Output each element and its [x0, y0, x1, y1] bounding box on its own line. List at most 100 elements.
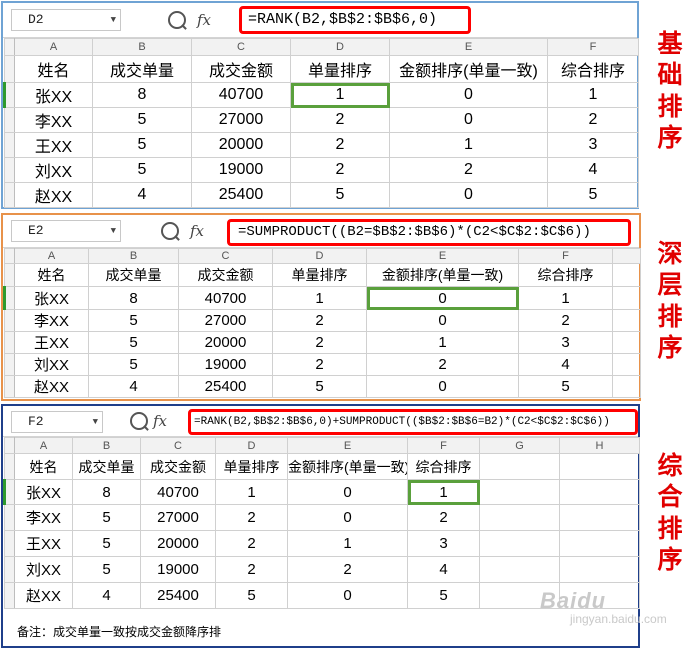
row-header[interactable] [3, 82, 15, 108]
col-header-c[interactable]: C [178, 248, 273, 264]
col-header-c[interactable]: C [191, 38, 291, 56]
empty-cell[interactable] [559, 530, 640, 557]
row-header[interactable] [4, 375, 15, 398]
cell-header-amount-rank[interactable]: 金额排序(单量一致) [287, 453, 408, 480]
empty-cell[interactable] [612, 286, 641, 310]
row-header[interactable] [4, 263, 15, 287]
cell-total-rank[interactable]: 5 [518, 375, 613, 398]
cell-header-amount-rank[interactable]: 金额排序(单量一致) [366, 263, 519, 287]
col-header-f[interactable]: F [518, 248, 613, 264]
col-header-d[interactable]: D [272, 248, 367, 264]
empty-cell[interactable] [559, 453, 640, 480]
row-header[interactable] [4, 55, 15, 83]
col-header-blank[interactable] [612, 248, 641, 264]
cell-name[interactable]: 李XX [14, 107, 93, 133]
col-header-a[interactable]: A [14, 38, 93, 56]
cell-qty[interactable]: 8 [72, 479, 141, 505]
row-header[interactable] [4, 157, 15, 183]
cell-qty[interactable]: 5 [92, 132, 192, 158]
active-cell[interactable]: 0 [366, 286, 519, 310]
cell-amount[interactable]: 40700 [178, 286, 273, 310]
cell-qty[interactable]: 4 [72, 582, 141, 609]
empty-cell[interactable] [479, 504, 560, 531]
cell-qty-rank[interactable]: 2 [215, 504, 288, 531]
cell-amount[interactable]: 20000 [191, 132, 291, 158]
cell-qty-rank[interactable]: 2 [290, 157, 390, 183]
cell-name[interactable]: 张XX [14, 479, 73, 505]
cell-qty-rank[interactable]: 5 [215, 582, 288, 609]
cell-qty[interactable]: 5 [88, 309, 179, 332]
cell-amount[interactable]: 27000 [191, 107, 291, 133]
row-header[interactable] [4, 530, 15, 557]
cell-qty-rank[interactable]: 2 [215, 556, 288, 583]
fx-icon[interactable]: fx [197, 11, 211, 29]
col-header-a[interactable]: A [14, 437, 73, 454]
cell-header-amount-rank[interactable]: 金额排序(单量一致) [389, 55, 548, 83]
cell-amount[interactable]: 20000 [140, 530, 216, 557]
row-header[interactable] [3, 479, 15, 505]
cell-amount[interactable]: 40700 [140, 479, 216, 505]
row-header[interactable] [4, 331, 15, 354]
row-header[interactable] [3, 286, 15, 310]
cell-header-qty-rank[interactable]: 单量排序 [272, 263, 367, 287]
cell-total-rank[interactable]: 4 [518, 353, 613, 376]
cell-qty-rank[interactable]: 2 [290, 132, 390, 158]
row-header[interactable] [4, 309, 15, 332]
cell-total-rank[interactable]: 5 [547, 182, 639, 208]
cell-total-rank[interactable]: 5 [407, 582, 480, 609]
empty-cell[interactable] [479, 556, 560, 583]
cell-name[interactable]: 刘XX [14, 353, 89, 376]
cell-qty-rank[interactable]: 2 [272, 331, 367, 354]
col-header-c[interactable]: C [140, 437, 216, 454]
empty-cell[interactable] [479, 530, 560, 557]
cell-amount[interactable]: 25400 [191, 182, 291, 208]
zoom-icon[interactable] [130, 412, 148, 430]
cell-qty[interactable]: 8 [92, 82, 192, 108]
col-header-b[interactable]: B [72, 437, 141, 454]
cell-qty-rank[interactable]: 2 [272, 353, 367, 376]
cell-header-total-rank[interactable]: 综合排序 [407, 453, 480, 480]
cell-total-rank[interactable]: 2 [407, 504, 480, 531]
row-header[interactable] [4, 582, 15, 609]
col-header-b[interactable]: B [88, 248, 179, 264]
chevron-down-icon[interactable]: ▼ [111, 10, 116, 30]
cell-name[interactable]: 赵XX [14, 182, 93, 208]
cell-amount[interactable]: 27000 [178, 309, 273, 332]
cell-total-rank[interactable]: 2 [547, 107, 639, 133]
cell-amount[interactable]: 19000 [178, 353, 273, 376]
cell-name[interactable]: 刘XX [14, 157, 93, 183]
cell-name[interactable]: 王XX [14, 530, 73, 557]
cell-qty-rank[interactable]: 2 [215, 530, 288, 557]
col-header-e[interactable]: E [287, 437, 408, 454]
cell-amount-rank[interactable]: 1 [366, 331, 519, 354]
cell-amount-rank[interactable]: 1 [287, 530, 408, 557]
select-all-corner[interactable] [4, 437, 15, 454]
cell-header-total-rank[interactable]: 综合排序 [518, 263, 613, 287]
cell-amount-rank[interactable]: 0 [389, 182, 548, 208]
cell-amount[interactable]: 25400 [140, 582, 216, 609]
cell-name[interactable]: 刘XX [14, 556, 73, 583]
cell-amount-rank[interactable]: 0 [366, 309, 519, 332]
name-box[interactable]: E2 ▼ [11, 220, 121, 242]
formula-input[interactable]: =RANK(B2,$B$2:$B$6,0) [239, 6, 471, 34]
cell-name[interactable]: 王XX [14, 331, 89, 354]
cell-total-rank[interactable]: 3 [547, 132, 639, 158]
chevron-down-icon[interactable]: ▼ [93, 412, 98, 432]
col-header-f[interactable]: F [407, 437, 480, 454]
cell-name[interactable]: 王XX [14, 132, 93, 158]
cell-amount[interactable]: 19000 [140, 556, 216, 583]
col-header-d[interactable]: D [290, 38, 390, 56]
cell-qty[interactable]: 4 [88, 375, 179, 398]
select-all-corner[interactable] [4, 38, 15, 56]
cell-total-rank[interactable]: 3 [518, 331, 613, 354]
formula-input[interactable]: =SUMPRODUCT((B2=$B$2:$B$6)*(C2<$C$2:$C$6… [227, 219, 631, 246]
col-header-h[interactable]: H [559, 437, 640, 454]
col-header-g[interactable]: G [479, 437, 560, 454]
cell-header-name[interactable]: 姓名 [14, 263, 89, 287]
cell-amount-rank[interactable]: 2 [287, 556, 408, 583]
cell-name[interactable]: 张XX [14, 286, 89, 310]
cell-amount-rank[interactable]: 0 [287, 479, 408, 505]
cell-amount[interactable]: 25400 [178, 375, 273, 398]
col-header-f[interactable]: F [547, 38, 639, 56]
cell-qty[interactable]: 4 [92, 182, 192, 208]
